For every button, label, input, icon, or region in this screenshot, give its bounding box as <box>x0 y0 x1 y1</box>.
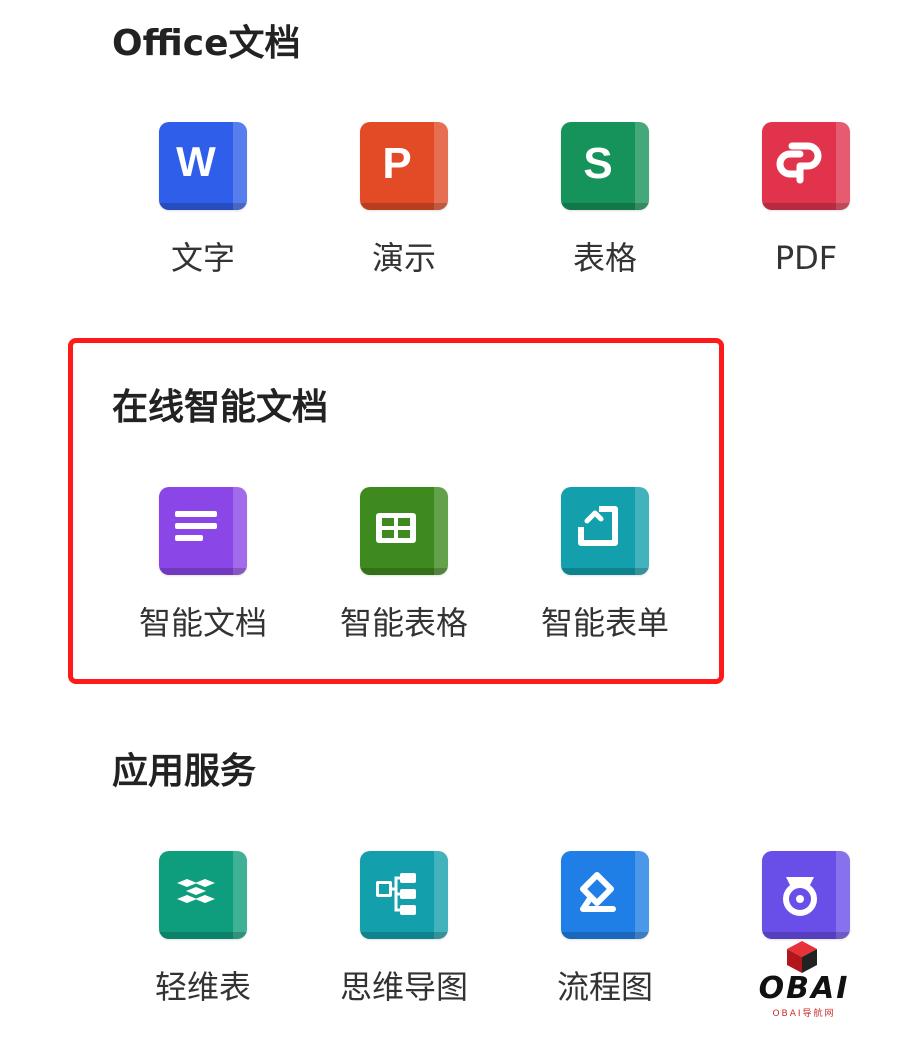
app-word[interactable]: W 文字 <box>106 122 296 312</box>
section-title-office: Office文档 <box>112 23 301 64</box>
smart-form-icon <box>561 487 649 575</box>
app-label: 思维导图 <box>339 968 468 1006</box>
presentation-icon: P <box>360 122 448 210</box>
smart-doc-icon <box>159 487 247 575</box>
app-label: 智能文档 <box>138 604 267 642</box>
app-label: 智能表格 <box>339 604 468 642</box>
watermark-logo: OBAI OBAI导航网 <box>752 940 856 1020</box>
svg-text:S: S <box>583 139 612 188</box>
app-presentation[interactable]: P 演示 <box>307 122 497 312</box>
app-label: 智能表单 <box>540 604 669 642</box>
app-label: PDF <box>774 239 838 277</box>
app-label: 表格 <box>572 239 637 277</box>
app-label: 流程图 <box>556 968 653 1006</box>
spreadsheet-icon: S <box>561 122 649 210</box>
watermark-name: OBAI <box>758 971 850 1006</box>
app-label: 文字 <box>170 239 235 277</box>
app-flowchart[interactable]: 流程图 <box>508 851 698 1041</box>
light-table-icon <box>159 851 247 939</box>
app-label: 演示 <box>371 239 436 277</box>
app-spreadsheet[interactable]: S 表格 <box>508 122 698 312</box>
smart-sheet-icon <box>360 487 448 575</box>
app-label: 轻维表 <box>154 968 251 1006</box>
pdf-icon <box>762 122 850 210</box>
svg-text:P: P <box>382 139 411 188</box>
app-light-table[interactable]: 轻维表 <box>106 851 296 1041</box>
app-mind-map[interactable]: 思维导图 <box>307 851 497 1041</box>
app-service-icon <box>762 851 850 939</box>
app-smart-doc[interactable]: 智能文档 <box>106 487 296 677</box>
watermark-subtitle: OBAI导航网 <box>772 1009 836 1019</box>
app-smart-sheet[interactable]: 智能表格 <box>307 487 497 677</box>
mind-map-icon <box>360 851 448 939</box>
word-icon: W <box>159 122 247 210</box>
section-title-services: 应用服务 <box>112 751 257 792</box>
section-title-online: 在线智能文档 <box>112 387 329 428</box>
app-smart-form[interactable]: 智能表单 <box>508 487 698 677</box>
cube-logo-icon <box>787 941 817 973</box>
flowchart-icon <box>561 851 649 939</box>
app-pdf[interactable]: PDF <box>709 122 899 312</box>
svg-text:W: W <box>176 138 216 185</box>
